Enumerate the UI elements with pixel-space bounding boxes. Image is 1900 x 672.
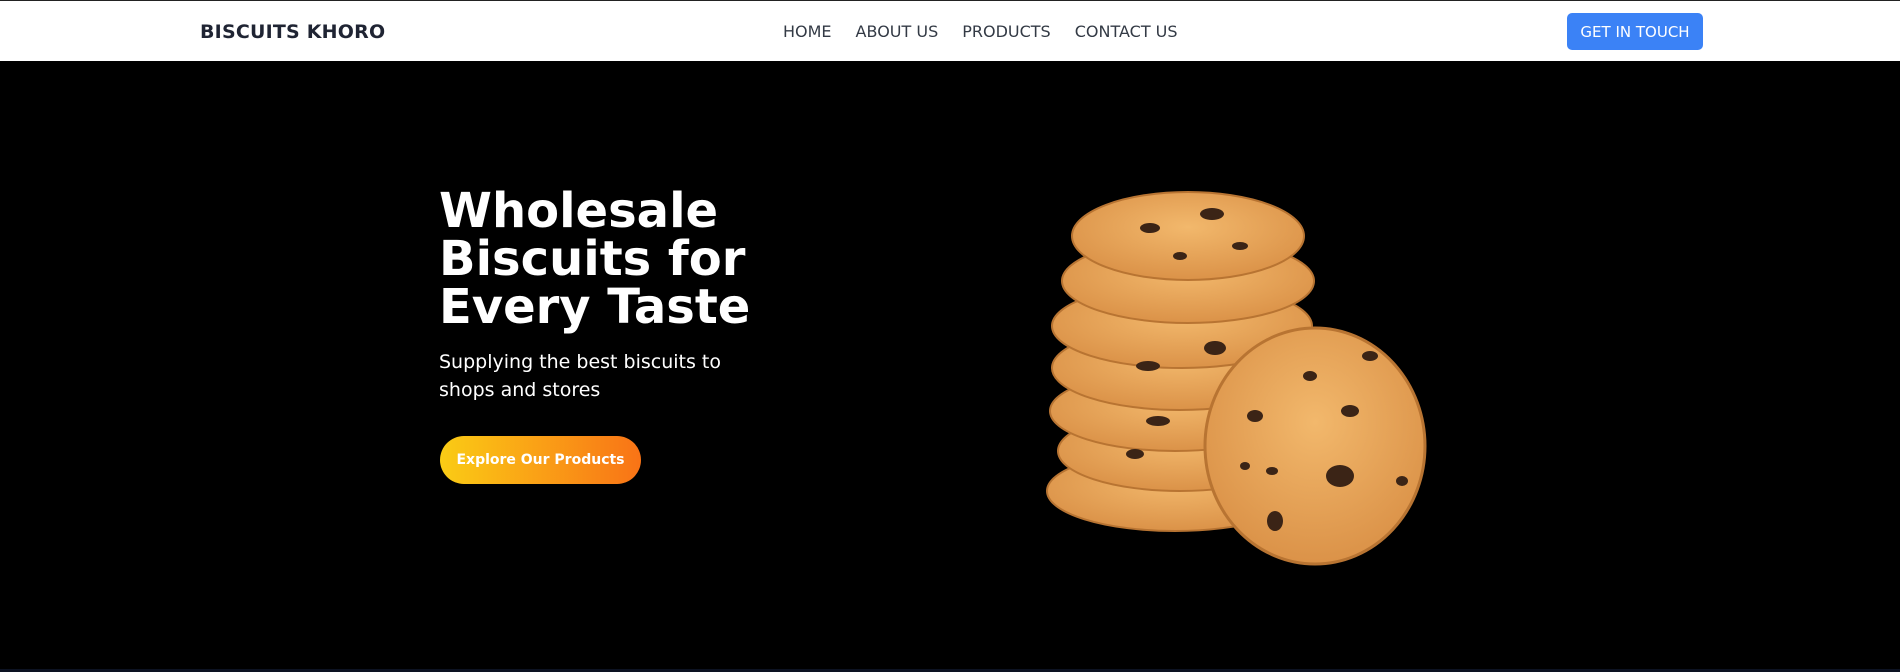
explore-products-button[interactable]: Explore Our Products: [440, 436, 641, 484]
nav-home[interactable]: HOME: [783, 22, 832, 41]
brand-logo[interactable]: BISCUITS KHORO: [200, 21, 385, 43]
hero-title: Wholesale Biscuits for Every Taste: [439, 183, 751, 335]
hero-section: Wholesale Biscuits for Every Taste Suppl…: [0, 61, 1900, 672]
nav-about-us[interactable]: ABOUT US: [856, 22, 939, 41]
get-in-touch-button[interactable]: GET IN TOUCH: [1567, 13, 1703, 50]
cookie-front-icon: [1203, 326, 1427, 566]
hero-subtitle: Supplying the best biscuits to shops and…: [439, 351, 721, 401]
cookies-image: [1046, 191, 1427, 566]
nav-contact-us[interactable]: CONTACT US: [1075, 22, 1178, 41]
top-navbar: BISCUITS KHORO HOME ABOUT US PRODUCTS CO…: [0, 0, 1900, 61]
main-nav: HOME ABOUT US PRODUCTS CONTACT US: [783, 22, 1202, 41]
nav-products[interactable]: PRODUCTS: [962, 22, 1051, 41]
